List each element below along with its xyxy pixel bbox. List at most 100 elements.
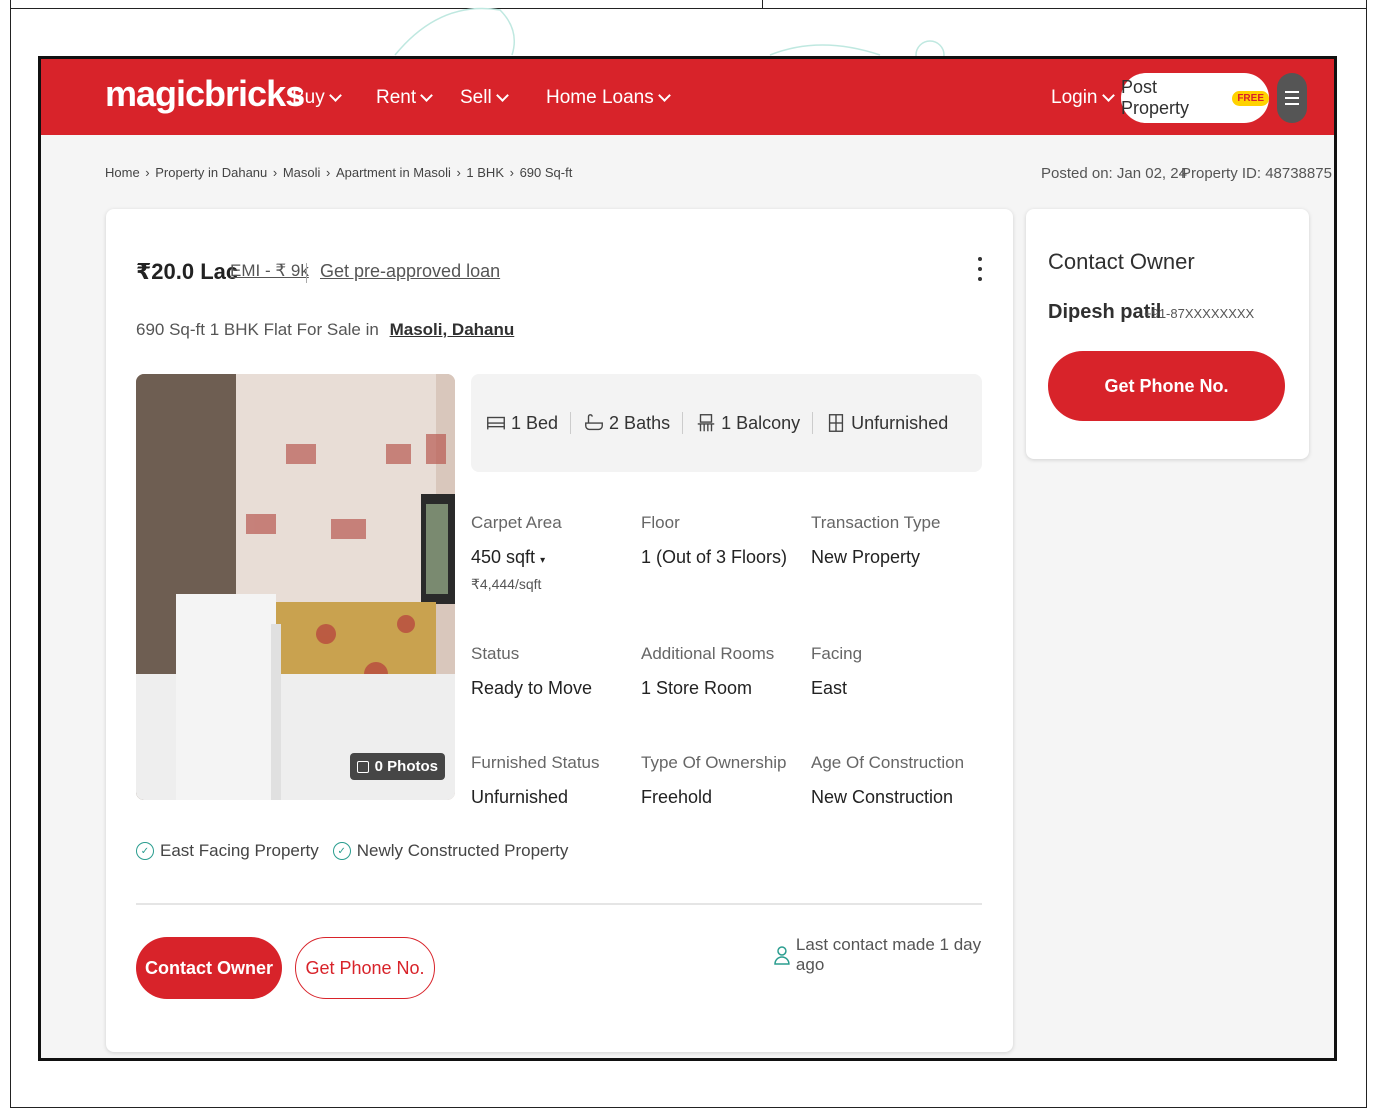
listing-subtitle: 690 Sq-ft 1 BHK Flat For Sale in Masoli,… (136, 320, 514, 340)
photos-count: 0 Photos (374, 758, 438, 775)
posted-on: Posted on: Jan 02, 24 (1041, 165, 1187, 182)
post-property-label: Post Property (1121, 77, 1190, 118)
property-photo[interactable]: 0 Photos (136, 374, 455, 800)
detail-label: Status (471, 644, 520, 663)
photos-badge[interactable]: 0 Photos (349, 753, 445, 780)
nav-sell[interactable]: Sell (460, 87, 509, 109)
detail-value: 1 (Out of 3 Floors) (641, 547, 788, 567)
nav-buy-label: Buy (292, 87, 325, 108)
property-id: Property ID: 48738875 (1181, 165, 1332, 182)
room-photo-illustration (136, 374, 455, 800)
detail-label: Type Of Ownership (641, 753, 787, 772)
tag-newly-constructed: ✓ Newly Constructed Property (332, 841, 569, 861)
last-contact-text: Last contact made 1 day ago (795, 935, 982, 974)
detail-value: New Construction (811, 787, 954, 807)
amenity-bed-label: 1 Bed (511, 412, 559, 433)
amenity-bath-label: 2 Baths (609, 412, 671, 433)
nav-login-label: Login (1051, 87, 1098, 108)
carpet-area-value: 450 sqft (471, 547, 536, 567)
detail-value: Unfurnished (471, 787, 569, 807)
get-phone-button[interactable]: Get Phone No. (295, 937, 435, 999)
hamburger-menu-icon[interactable] (1277, 73, 1307, 123)
divider (306, 263, 307, 283)
last-contact: Last contact made 1 day ago (774, 935, 1013, 975)
price: ₹20.0 Lac (136, 259, 239, 284)
section-divider (136, 903, 982, 905)
nav-buy[interactable]: Buy (292, 87, 342, 109)
detail-label: Furnished Status (471, 753, 600, 772)
breadcrumb-masoli[interactable]: Masoli (283, 165, 321, 180)
emi-link[interactable]: EMI - ₹ 9k (230, 261, 309, 281)
detail-age: Age Of Construction New Construction (811, 753, 971, 808)
tag-label: East Facing Property (160, 841, 319, 860)
nav-sell-label: Sell (460, 87, 492, 108)
nav-login[interactable]: Login (1051, 87, 1115, 109)
detail-label: Additional Rooms (641, 644, 775, 663)
detail-facing: Facing East (811, 644, 971, 699)
price-per-sqft: ₹4,444/sqft (471, 576, 542, 592)
detail-furnished-status: Furnished Status Unfurnished (471, 753, 631, 808)
detail-value: East (811, 678, 848, 698)
contact-owner-card: Contact Owner Dipesh patil +91-87XXXXXXX… (1026, 209, 1309, 459)
amenity-balcony-label: 1 Balcony (721, 412, 801, 433)
amenity-bed: 1 Bed (485, 412, 572, 434)
detail-status: Status Ready to Move (471, 644, 631, 699)
magicbricks-logo[interactable]: magicbricks (105, 73, 305, 115)
detail-additional-rooms: Additional Rooms 1 Store Room (641, 644, 801, 699)
amenity-balcony: 1 Balcony (695, 412, 814, 434)
nav-rent[interactable]: Rent (376, 87, 434, 109)
breadcrumb: Home › Property in Dahanu › Masoli › Apa… (105, 165, 573, 180)
owner-phone: +91-87XXXXXXXX (1144, 306, 1255, 321)
furnishing-icon (829, 414, 844, 432)
listing-subtitle-text: 690 Sq-ft 1 BHK Flat For Sale in (136, 320, 379, 339)
detail-value[interactable]: 450 sqft ▾ (471, 547, 631, 568)
detail-floor: Floor 1 (Out of 3 Floors) (641, 513, 801, 568)
amenity-bath: 2 Baths (583, 412, 684, 434)
detail-label: Age Of Construction (811, 753, 965, 772)
breadcrumb-property-in-dahanu[interactable]: Property in Dahanu (155, 165, 267, 180)
detail-ownership: Type Of Ownership Freehold (641, 753, 801, 808)
preapproved-loan-link[interactable]: Get pre-approved loan (320, 261, 500, 282)
top-navbar: magicbricks Buy Rent Sell Home Loans Log… (41, 59, 1334, 135)
nav-home-loans[interactable]: Home Loans (546, 87, 671, 109)
background-decoration (394, 7, 945, 60)
location-link[interactable]: Masoli, Dahanu (390, 320, 515, 339)
detail-label: Carpet Area (471, 513, 562, 532)
user-icon (774, 946, 790, 965)
balcony-icon (697, 414, 715, 432)
caret-down-icon: ▾ (540, 555, 546, 566)
detail-label: Facing (811, 644, 863, 663)
amenity-furnishing: Unfurnished (825, 412, 960, 434)
chevron-down-icon (420, 89, 434, 102)
breadcrumb-apartment[interactable]: Apartment in Masoli (336, 165, 451, 180)
detail-label: Floor (641, 513, 680, 532)
detail-value: 1 Store Room (641, 678, 753, 698)
tag-east-facing: ✓ East Facing Property (136, 841, 319, 861)
detail-value: Freehold (641, 787, 713, 807)
detail-label: Transaction Type (811, 513, 941, 532)
detail-carpet-area: Carpet Area 450 sqft ▾ ₹4,444/sqft (471, 513, 631, 593)
screenshot-frame: magicbricks Buy Rent Sell Home Loans Log… (38, 56, 1337, 1061)
side-get-phone-button[interactable]: Get Phone No. (1048, 351, 1285, 421)
breadcrumb-home[interactable]: Home (105, 165, 140, 180)
chevron-down-icon (1101, 89, 1115, 102)
detail-value: New Property (811, 547, 921, 567)
contact-owner-button[interactable]: Contact Owner (136, 937, 282, 999)
check-circle-icon: ✓ (136, 842, 154, 860)
breadcrumb-sqft: 690 Sq-ft (519, 165, 573, 180)
tag-label: Newly Constructed Property (356, 841, 569, 860)
bed-icon (487, 416, 505, 430)
detail-transaction-type: Transaction Type New Property (811, 513, 971, 568)
breadcrumb-1bhk[interactable]: 1 BHK (466, 165, 504, 180)
bath-icon (585, 414, 603, 431)
amenity-furnishing-label: Unfurnished (851, 412, 949, 433)
post-property-button[interactable]: Post Property FREE (1121, 73, 1269, 123)
chevron-down-icon (328, 89, 342, 102)
check-circle-icon: ✓ (332, 842, 351, 860)
amenities-bar: 1 Bed 2 Baths 1 Balcony Unfurnished (471, 374, 982, 472)
more-options-icon[interactable] (978, 257, 982, 281)
photo-icon (356, 760, 369, 773)
nav-home-loans-label: Home Loans (546, 87, 654, 108)
chevron-down-icon (495, 89, 509, 102)
listing-card: ₹20.0 Lac EMI - ₹ 9k Get pre-approved lo… (106, 209, 1013, 1052)
